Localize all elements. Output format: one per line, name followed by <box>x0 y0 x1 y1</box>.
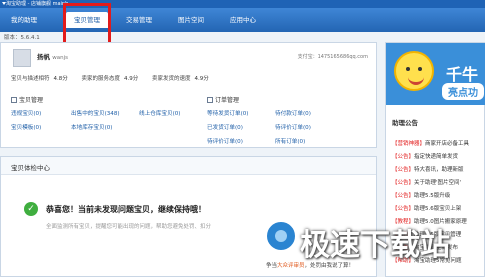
banner-title: 千牛 <box>446 65 479 84</box>
link-awaiting-payment[interactable]: 待付款订单(0) <box>275 109 311 117</box>
announcements-title: 助理公告 <box>392 119 418 127</box>
link-on-sale-babies[interactable]: 出售中的宝贝(348) <box>71 109 120 117</box>
announcement-item[interactable]: 【营销神器】商家开店必备工具 <box>392 139 469 147</box>
announcement-item[interactable]: 【公告】指定快递简单发货 <box>392 152 458 160</box>
clipboard-icon <box>207 97 213 103</box>
baby-check-message: 恭喜您！当前未发现问题宝贝，继续保持哦！ <box>46 205 206 214</box>
tab-app-center[interactable]: 应用中心 <box>222 12 264 28</box>
alipay-account: 支付宝：1475165686qq.com <box>297 54 368 60</box>
banner-bubble: 亮点功 <box>442 83 484 100</box>
link-online-warehouse-babies[interactable]: 线上仓库宝贝(0) <box>139 109 181 117</box>
window-title: 淘宝助理 - 店铺旗舰 mainb <box>6 1 69 7</box>
qianniu-banner[interactable]: 千牛 亮点功 <box>386 43 485 105</box>
announcement-item[interactable]: 【公告】关于助理'图片空间' <box>392 178 461 186</box>
watermark-logo-icon <box>265 220 297 252</box>
highlight-box <box>63 3 111 45</box>
link-shipped-orders[interactable]: 已发货订单(0) <box>207 123 243 131</box>
baby-management-title: 宝贝管理 <box>11 95 43 104</box>
tab-image-space[interactable]: 图片空间 <box>170 12 212 28</box>
tab-my-assistant[interactable]: 我的助理 <box>4 12 44 28</box>
account-name: 扬帆 wanjs <box>37 53 69 61</box>
watermark-text: 极速下载站 <box>300 228 450 263</box>
announcement-item[interactable]: 【公告】助理5.6版宝贝上架 <box>392 204 461 212</box>
link-awaiting-review-2[interactable]: 待评价订单(0) <box>207 137 243 145</box>
link-baby-templates[interactable]: 宝贝模板(0) <box>11 123 41 131</box>
tab-trade-management[interactable]: 交易管理 <box>118 12 160 28</box>
link-awaiting-shipment[interactable]: 等待发货订单(0) <box>207 109 249 117</box>
baby-check-header: 宝贝体检中心 <box>1 157 376 175</box>
account-panel: 扬帆 wanjs 支付宝：1475165686qq.com 宝贝与描述相符 4.8… <box>0 42 377 148</box>
shop-scores: 宝贝与描述相符 4.8分 卖家的服务态度 4.9分 卖家发货的速度 4.9分 <box>11 76 209 82</box>
baby-check-subtext: 全面监测所有宝贝，提醒您可能出现的问题，帮助您避免处罚、扣分 <box>46 224 212 230</box>
announcement-item[interactable]: 【公告】助理5.5版升级 <box>392 191 450 199</box>
link-all-orders[interactable]: 所有订单(0) <box>275 137 305 145</box>
link-local-stock-babies[interactable]: 本地库存宝贝(0) <box>71 123 113 131</box>
mascot-icon <box>394 51 434 91</box>
order-management-title: 订单管理 <box>207 95 239 104</box>
link-awaiting-review[interactable]: 待评价订单(0) <box>275 123 311 131</box>
avatar <box>13 49 31 67</box>
link-violating-babies[interactable]: 违规宝贝(0) <box>11 109 41 117</box>
announcement-item[interactable]: 【公告】特大喜讯，助理新版 <box>392 165 464 173</box>
box-icon <box>11 97 17 103</box>
version-label: 版本：5.6.4.1 <box>4 35 40 41</box>
check-mark-icon: ✓ <box>24 202 38 216</box>
